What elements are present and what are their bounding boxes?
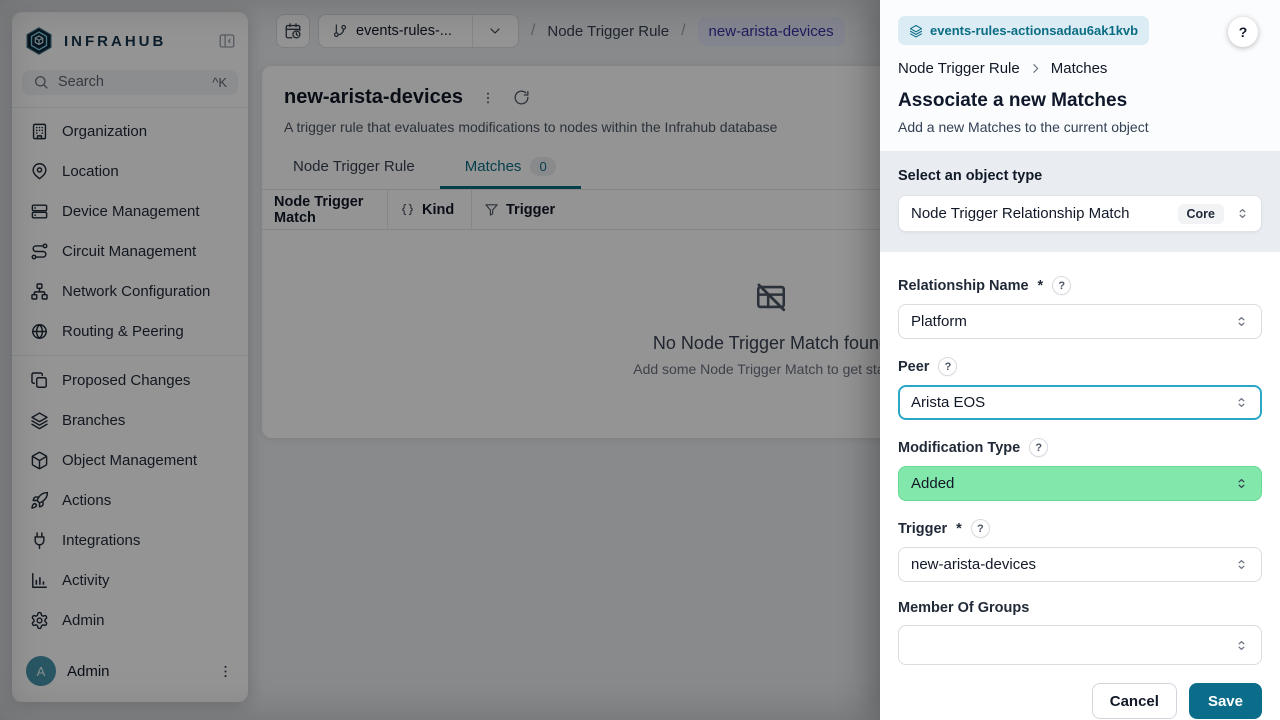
object-type-label: Select an object type (898, 168, 1262, 184)
field-label: Peer (898, 359, 929, 375)
select-value: new-arista-devices (911, 556, 1036, 573)
select-value: Platform (911, 313, 967, 330)
field-label: Relationship Name (898, 278, 1029, 294)
field-member-of-groups: Member Of Groups (898, 600, 1262, 665)
help-icon[interactable]: ? (938, 357, 957, 376)
required-asterisk: * (956, 521, 962, 537)
select-value: Added (911, 475, 954, 492)
member-of-groups-select[interactable] (898, 625, 1262, 665)
drawer-actions: Cancel Save (880, 683, 1280, 720)
save-button[interactable]: Save (1189, 683, 1262, 719)
object-type-value: Node Trigger Relationship Match (911, 205, 1129, 222)
drawer-title: Associate a new Matches (898, 90, 1262, 112)
help-icon[interactable]: ? (971, 519, 990, 538)
object-type-section: Select an object type Node Trigger Relat… (880, 151, 1280, 252)
field-label: Modification Type (898, 440, 1020, 456)
chevrons-up-down-icon (1234, 314, 1249, 329)
chevrons-up-down-icon (1234, 476, 1249, 491)
select-value: Arista EOS (911, 394, 985, 411)
field-peer: Peer ? Arista EOS (898, 357, 1262, 420)
peer-select[interactable]: Arista EOS (898, 385, 1262, 420)
drawer-breadcrumb-parent[interactable]: Node Trigger Rule (898, 60, 1020, 77)
chevrons-up-down-icon (1234, 557, 1249, 572)
branch-badge: events-rules-actionsadau6ak1kvb (898, 16, 1149, 45)
chevron-right-icon (1029, 62, 1042, 75)
drawer-breadcrumb: Node Trigger Rule Matches (898, 60, 1262, 77)
modification-type-select[interactable]: Added (898, 466, 1262, 501)
drawer-header: events-rules-actionsadau6ak1kvb ? Node T… (880, 0, 1280, 151)
drawer-form: Relationship Name * ? Platform Peer ? Ar… (880, 252, 1280, 683)
field-modification-type: Modification Type ? Added (898, 438, 1262, 501)
chevrons-up-down-icon (1234, 395, 1249, 410)
drawer-subtitle: Add a new Matches to the current object (898, 119, 1262, 135)
relationship-name-select[interactable]: Platform (898, 304, 1262, 339)
drawer-breadcrumb-current: Matches (1051, 60, 1108, 77)
cancel-button[interactable]: Cancel (1092, 683, 1177, 719)
field-relationship-name: Relationship Name * ? Platform (898, 276, 1262, 339)
field-label: Trigger (898, 521, 947, 537)
core-badge: Core (1178, 204, 1224, 224)
trigger-select[interactable]: new-arista-devices (898, 547, 1262, 582)
chevrons-up-down-icon (1235, 206, 1250, 221)
chevrons-up-down-icon (1234, 638, 1249, 653)
field-trigger: Trigger * ? new-arista-devices (898, 519, 1262, 582)
object-type-select[interactable]: Node Trigger Relationship Match Core (898, 195, 1262, 232)
field-label: Member Of Groups (898, 600, 1029, 616)
branch-badge-label: events-rules-actionsadau6ak1kvb (930, 23, 1138, 38)
associate-matches-drawer: events-rules-actionsadau6ak1kvb ? Node T… (880, 0, 1280, 720)
help-icon[interactable]: ? (1052, 276, 1071, 295)
layers-icon (909, 24, 923, 38)
help-icon[interactable]: ? (1029, 438, 1048, 457)
help-button[interactable]: ? (1228, 17, 1258, 47)
required-asterisk: * (1038, 278, 1044, 294)
